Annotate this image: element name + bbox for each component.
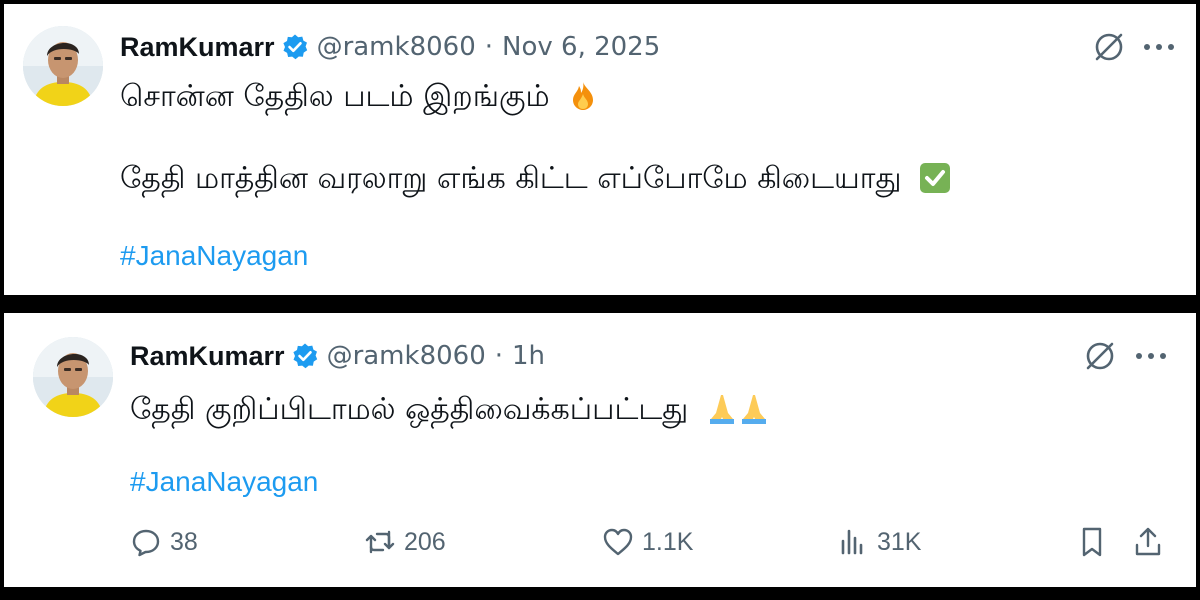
folded-hands-emoji <box>709 395 766 424</box>
separator-dot: · <box>494 341 504 371</box>
verified-badge-icon <box>291 342 319 370</box>
hashtag-link[interactable]: #JanaNayagan <box>130 466 318 498</box>
author-name[interactable]: RamKumarr <box>130 341 285 371</box>
author-handle[interactable]: @ramk8060 <box>327 341 486 371</box>
tweet-text: தேதி குறிப்பிடாமல் ஒத்திவைக்கப்பட்டது <box>130 392 689 427</box>
repost-count: 206 <box>404 527 446 556</box>
timestamp[interactable]: Nov 6, 2025 <box>502 32 660 62</box>
like-button[interactable]: 1.1K <box>602 526 693 558</box>
bookmark-icon <box>1082 527 1102 557</box>
tweet-text: சொன்ன தேதில படம் இறங்கும் <box>120 79 550 114</box>
view-count: 31K <box>877 527 922 556</box>
like-icon <box>603 528 633 556</box>
reply-count: 38 <box>170 527 198 556</box>
views-icon <box>841 529 863 555</box>
author-name[interactable]: RamKumarr <box>120 32 275 62</box>
verified-badge-icon <box>281 33 309 61</box>
tweet-header: RamKumarr @ramk8060 · 1h <box>130 341 545 371</box>
share-icon <box>1135 527 1161 556</box>
more-icon[interactable] <box>1142 42 1176 52</box>
share-button[interactable] <box>1132 526 1164 558</box>
tweet-text-line: தேதி குறிப்பிடாமல் ஒத்திவைக்கப்பட்டது <box>130 390 770 430</box>
hashtag-link[interactable]: #JanaNayagan <box>120 240 308 272</box>
fire-emoji <box>573 82 594 110</box>
reply-icon <box>132 529 160 557</box>
more-icon[interactable] <box>1134 351 1168 361</box>
action-bar: 38 206 1.1K 31K <box>4 526 1196 566</box>
avatar[interactable] <box>33 337 113 417</box>
avatar[interactable] <box>23 26 103 106</box>
bookmark-button[interactable] <box>1076 526 1108 558</box>
like-count: 1.1K <box>642 527 694 556</box>
timestamp[interactable]: 1h <box>512 341 545 371</box>
tweet-header: RamKumarr @ramk8060 · Nov 6, 2025 <box>120 32 660 62</box>
grok-icon[interactable] <box>1092 30 1126 64</box>
author-handle[interactable]: @ramk8060 <box>317 32 476 62</box>
separator-dot: · <box>484 32 494 62</box>
tweet-text-line: சொன்ன தேதில படம் இறங்கும் <box>120 77 599 117</box>
grok-icon[interactable] <box>1083 339 1117 373</box>
views-button[interactable]: 31K <box>837 526 921 558</box>
repost-button[interactable]: 206 <box>364 526 446 558</box>
check-mark-emoji <box>920 163 951 193</box>
tweet-card[interactable]: RamKumarr @ramk8060 · Nov 6, 2025 சொன்ன … <box>4 4 1196 295</box>
repost-icon <box>365 530 395 554</box>
tweet-text-line: தேதி மாத்தின வரலாறு எங்க கிட்ட எப்போமே க… <box>120 159 951 199</box>
reply-button[interactable]: 38 <box>130 526 198 558</box>
tweet-card[interactable]: RamKumarr @ramk8060 · 1h தேதி குறிப்பிடா… <box>4 313 1196 587</box>
tweet-text: தேதி மாத்தின வரலாறு எங்க கிட்ட எப்போமே க… <box>120 161 902 196</box>
